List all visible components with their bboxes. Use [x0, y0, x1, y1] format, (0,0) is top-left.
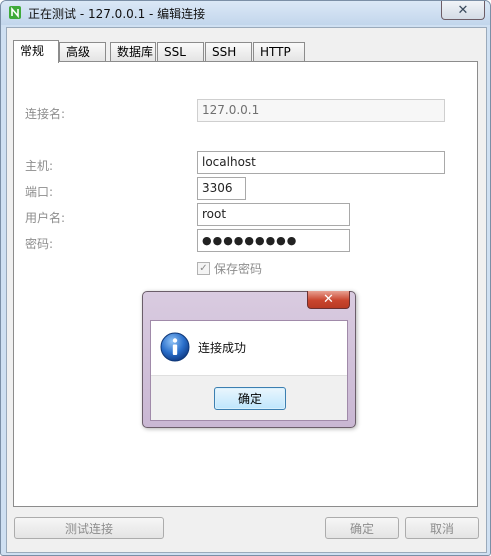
tab-ssl[interactable]: SSL	[157, 42, 204, 61]
cancel-button[interactable]: 取消	[405, 517, 479, 539]
tab-general[interactable]: 常规	[13, 40, 59, 63]
save-password-row: ✓ 保存密码	[197, 260, 262, 277]
test-connection-button[interactable]: 测试连接	[14, 517, 164, 539]
save-password-label: 保存密码	[214, 262, 263, 276]
title-bar[interactable]: 正在测试 - 127.0.0.1 - 编辑连接 ✕	[1, 1, 490, 25]
dialog-message: 连接成功	[198, 341, 247, 355]
password-field[interactable]: ●●●●●●●●●	[197, 229, 350, 252]
close-icon: ✕	[457, 2, 469, 18]
host-label: 主机:	[25, 159, 54, 173]
username-field[interactable]: root	[197, 203, 350, 226]
close-icon: ✕	[323, 292, 334, 307]
ok-button[interactable]: 确定	[325, 517, 399, 539]
general-tab-panel: 连接名: 127.0.0.1 主机: localhost 端口: 3306 用户…	[13, 61, 478, 507]
password-label: 密码:	[25, 237, 54, 251]
dialog-client-area: 连接成功 确定	[150, 320, 348, 421]
info-icon	[160, 332, 190, 362]
tab-ssh[interactable]: SSH	[205, 42, 252, 61]
host-field[interactable]: localhost	[197, 151, 445, 174]
navicat-app-icon	[9, 6, 21, 19]
dialog-close-button[interactable]: ✕	[307, 291, 350, 309]
window-client-area: 常规 高级 数据库 SSL SSH HTTP 连接名: 127.0.0.1 主机…	[6, 27, 487, 553]
tab-advanced[interactable]: 高级	[59, 42, 106, 61]
dialog-ok-button[interactable]: 确定	[214, 387, 286, 410]
dialog-footer: 确定	[151, 375, 347, 420]
connection-name-label: 连接名:	[25, 107, 66, 121]
window-close-button[interactable]: ✕	[441, 1, 485, 20]
connection-name-field[interactable]: 127.0.0.1	[197, 99, 445, 122]
port-field[interactable]: 3306	[197, 177, 246, 200]
edit-connection-window: 正在测试 - 127.0.0.1 - 编辑连接 ✕ 常规 高级 数据库 SSL …	[0, 0, 491, 556]
window-title: 正在测试 - 127.0.0.1 - 编辑连接	[28, 7, 206, 21]
checkmark-icon: ✓	[199, 263, 208, 274]
save-password-checkbox[interactable]: ✓	[197, 262, 210, 275]
username-label: 用户名:	[25, 211, 66, 225]
tab-http[interactable]: HTTP	[253, 42, 305, 61]
port-label: 端口:	[25, 185, 54, 199]
connection-success-dialog: ✕ 连接成功 确定	[142, 291, 356, 428]
tab-database[interactable]: 数据库	[110, 42, 156, 61]
